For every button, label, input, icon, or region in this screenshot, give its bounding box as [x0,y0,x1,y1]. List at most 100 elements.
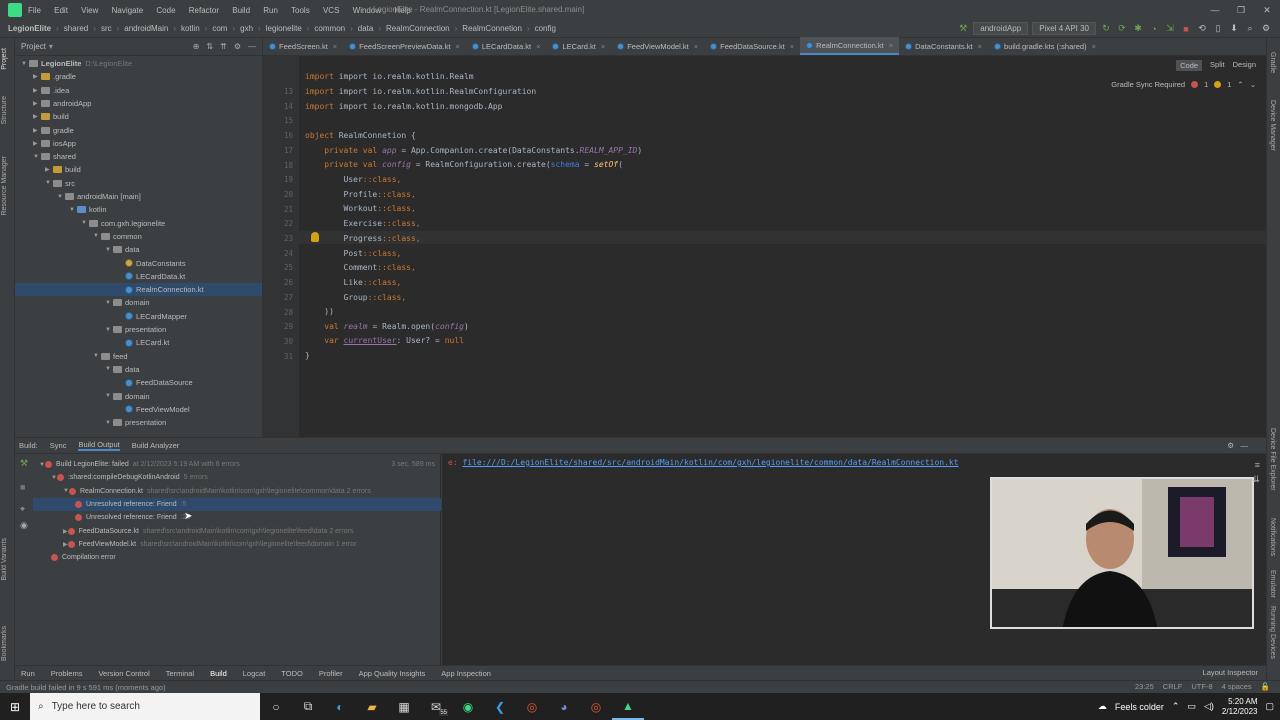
chevron-right-icon[interactable]: ▶ [33,100,41,107]
caret-position[interactable]: 23:25 [1135,682,1154,691]
close-tab-icon[interactable]: × [455,42,459,51]
mail-icon[interactable]: ✉ 55 [420,693,452,720]
chevron-down-icon[interactable]: ▼ [69,207,77,213]
tree-item[interactable]: ▶ iosApp [15,137,262,150]
tree-item[interactable]: ▼ shared [15,150,262,163]
stripe-emulator[interactable]: Emulator [1269,570,1276,598]
tree-item[interactable]: FeedViewModel [15,403,262,416]
close-tab-icon[interactable]: × [536,42,540,51]
tray-chevron-icon[interactable]: ⌃ [1172,701,1180,712]
store-icon[interactable]: ▦ [388,693,420,720]
chevron-right-icon[interactable]: ▶ [33,73,41,80]
expand-all-icon[interactable]: ⇅ [206,42,213,51]
chevron-down-icon[interactable]: ⌄ [1250,80,1256,89]
chevron-down-icon[interactable]: ▼ [93,233,101,239]
search-icon[interactable]: ⌕ [1244,23,1256,35]
chevron-down-icon[interactable]: ▼ [105,327,113,333]
tree-item[interactable]: ▶ .idea [15,84,262,97]
file-explorer-icon[interactable]: ▰ [356,693,388,720]
sync-gradle-icon[interactable]: ⟲ [1196,23,1208,35]
code-view-button[interactable]: Code [1176,60,1203,71]
chevron-right-icon[interactable]: ▶ [63,541,68,548]
breadcrumb-item[interactable]: shared [64,24,88,33]
tree-item[interactable]: ▼ com.gxh.legionelite [15,217,262,230]
menu-run[interactable]: Run [263,6,278,15]
chevron-down-icon[interactable]: ▼ [105,247,113,253]
tree-item[interactable]: ▶ androidApp [15,97,262,110]
vscode-icon[interactable]: ❮ [484,693,516,720]
stripe-structure[interactable]: Structure [1,96,8,124]
tree-item[interactable]: ▼ LegionElite D:\LegionElite [15,57,262,70]
stripe-running-devices[interactable]: Running Devices [1269,606,1276,659]
pin-icon[interactable]: ⌖ [20,504,25,515]
stripe-gradle[interactable]: Gradle [1269,52,1276,73]
editor-tab[interactable]: FeedScreen.kt × [263,37,343,55]
build-tree-row[interactable]: ▶ FeedViewModel.kt shared\src\androidMain… [33,538,441,551]
design-view-button[interactable]: Design [1233,60,1256,71]
rerun-build-icon[interactable]: ⚒ [20,458,28,469]
editor-tab[interactable]: LECardData.kt × [466,37,547,55]
indent-setting[interactable]: 4 spaces [1222,682,1252,691]
build-tree-row[interactable]: ▶ FeedDataSource.kt shared\src\androidMai… [33,525,441,538]
task-view-icon[interactable]: ⧉ [292,693,324,720]
tree-item[interactable]: ▼ feed [15,350,262,363]
breadcrumb-item[interactable]: kotlin [181,24,200,33]
breadcrumb-item[interactable]: RealmConnetion [462,24,522,33]
breadcrumb-item[interactable]: legionelite [266,24,302,33]
line-separator[interactable]: CRLF [1163,682,1183,691]
lock-icon[interactable]: 🔓 [1261,682,1270,691]
build-tree-row[interactable]: Unresolved reference: Friend:25 [33,511,441,524]
chevron-down-icon[interactable]: ▼ [105,420,113,426]
settings-icon[interactable]: ⚙ [1260,23,1272,35]
minimize-button[interactable]: — [1202,0,1228,20]
apply-changes-icon[interactable]: ⟳ [1116,23,1128,35]
close-tab-icon[interactable]: × [601,42,605,51]
taskbar-search[interactable]: ⌕ Type here to search [30,693,260,720]
build-output-console[interactable]: e: file:///D:/LegionElite/shared/src/and… [442,454,1266,666]
discord-icon[interactable]: ◕ [548,693,580,720]
tool-layout-inspector[interactable]: Layout Inspector [1203,668,1258,677]
chevron-down-icon[interactable]: ▼ [45,180,53,186]
code-editor[interactable]: 13 14 15 16 17 18 19 20 21 22 23 24 25 26 27 28 29 30 31 i… [263,56,1266,437]
chevron-down-icon[interactable]: ▼ [105,393,113,399]
tree-item[interactable]: ▶ .gradle [15,70,262,83]
tree-item[interactable]: LECardMapper [15,310,262,323]
project-view-selector[interactable]: Project [21,42,46,51]
gradle-sync-required-link[interactable]: Gradle Sync Required [1111,80,1185,89]
tool-version-control[interactable]: Version Control [98,669,149,678]
hide-panel-icon[interactable]: — [248,42,256,51]
tool-problems[interactable]: Problems [51,669,83,678]
hammer-icon[interactable]: ⚒ [957,23,969,35]
chevron-down-icon[interactable]: ▼ [105,300,113,306]
editor-tab[interactable]: FeedScreenPreviewData.kt × [343,37,466,55]
maximize-button[interactable]: ❐ [1228,0,1254,20]
taskbar-clock[interactable]: 5:20 AM 2/12/2023 [1222,697,1258,717]
tool-profiler[interactable]: Profiler [319,669,343,678]
tool-app-inspection[interactable]: App Inspection [441,669,491,678]
tool-logcat[interactable]: Logcat [243,669,266,678]
close-window-button[interactable]: ✕ [1254,0,1280,20]
chevron-right-icon[interactable]: ▶ [33,127,41,134]
eye-icon[interactable]: ◉ [20,520,28,531]
notification-icon[interactable]: ▢ [1265,701,1274,712]
chevron-down-icon[interactable]: ▼ [105,366,113,372]
tree-item[interactable]: ▼ src [15,177,262,190]
breadcrumb-item[interactable]: common [314,24,345,33]
tree-item[interactable]: ▼ kotlin [15,203,262,216]
volume-icon[interactable]: ◁) [1204,701,1214,712]
close-tab-icon[interactable]: × [333,42,337,51]
build-tree-row[interactable]: ▼ RealmConnection.kt shared\src\androidMa… [33,485,441,498]
stripe-bookmarks[interactable]: Bookmarks [1,626,8,661]
stop-icon[interactable]: ■ [1180,23,1192,35]
close-tab-icon[interactable]: × [1092,42,1096,51]
status-message[interactable]: Gradle build failed in 9 s 591 ms (momen… [6,683,166,692]
menu-edit[interactable]: Edit [54,6,68,15]
menu-vcs[interactable]: VCS [323,6,339,15]
stripe-notifications[interactable]: Notifications [1269,518,1276,556]
tree-item[interactable]: ▶ build [15,110,262,123]
tree-item[interactable]: ▼ presentation [15,323,262,336]
stop-build-icon[interactable]: ■ [20,482,25,492]
tab-build-analyzer[interactable]: Build Analyzer [132,441,180,450]
chevron-down-icon[interactable]: ▼ [93,353,101,359]
menu-code[interactable]: Code [156,6,175,15]
